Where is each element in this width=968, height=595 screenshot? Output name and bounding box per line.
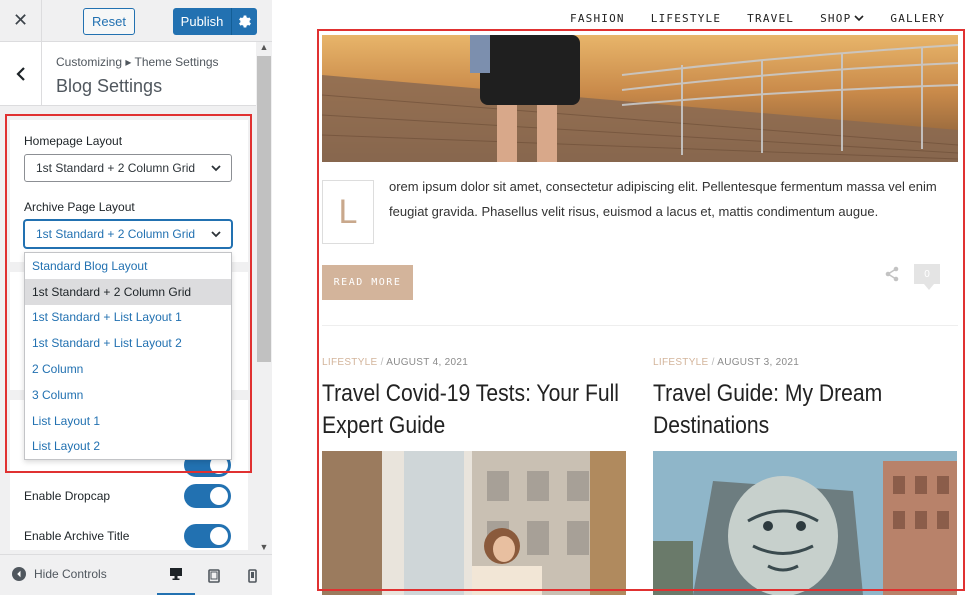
post-date: AUGUST 3, 2021 [717, 357, 800, 368]
close-icon: ✕ [12, 10, 29, 30]
toggle-label: Enable Dropcap [24, 489, 111, 503]
enable-dropcap-toggle[interactable] [184, 484, 231, 508]
dropdown-option[interactable]: 2 Column [25, 356, 231, 382]
section-title: Blog Settings [56, 76, 163, 96]
nav-item-gallery[interactable]: GALLERY [890, 12, 945, 25]
post-category[interactable]: LIFESTYLE [653, 357, 709, 368]
customizer-topbar: ✕ Reset Publish [0, 0, 272, 42]
preview-mobile-button[interactable] [233, 555, 271, 595]
dropcap-letter: L [322, 180, 374, 244]
post-thumbnail[interactable] [322, 451, 626, 595]
collapse-arrow-icon [12, 567, 26, 581]
nav-item-fashion[interactable]: FASHION [570, 12, 625, 25]
close-customizer-button[interactable]: ✕ [0, 0, 42, 41]
toggle-row-archive-title: Enable Archive Title [24, 523, 234, 551]
scroll-up-arrow-icon[interactable]: ▲ [256, 42, 272, 54]
main-navigation: FASHION LIFESTYLE TRAVEL SHOP GALLERY [570, 12, 945, 25]
nav-item-shop-label: SHOP [820, 12, 852, 25]
mobile-icon [247, 568, 257, 583]
nav-item-lifestyle[interactable]: LIFESTYLE [651, 12, 721, 25]
divider [322, 325, 958, 326]
nav-item-travel[interactable]: TRAVEL [747, 12, 794, 25]
chevron-down-icon [211, 231, 221, 238]
archive-layout-value: 1st Standard + 2 Column Grid [36, 227, 196, 241]
chevron-down-icon [854, 15, 864, 22]
section-header: Customizing ▸ Theme Settings Blog Settin… [0, 42, 256, 106]
dropdown-option[interactable]: 3 Column [25, 382, 231, 408]
scroll-down-arrow-icon[interactable]: ▼ [256, 542, 272, 554]
customizer-screen: ✕ Reset Publish Customizing ▸ Theme Sett… [0, 0, 968, 595]
post-excerpt: orem ipsum dolor sit amet, consectetur a… [389, 179, 937, 219]
customizer-sidebar: ✕ Reset Publish Customizing ▸ Theme Sett… [0, 0, 272, 595]
publish-settings-gear-icon[interactable] [231, 8, 257, 35]
featured-post-image[interactable] [322, 35, 958, 162]
homepage-layout-value: 1st Standard + 2 Column Grid [36, 161, 196, 175]
post-card: LIFESTYLE / AUGUST 4, 2021 Travel Covid-… [322, 357, 627, 442]
share-icon[interactable] [884, 266, 900, 287]
chevron-down-icon [211, 165, 221, 172]
enable-archive-title-toggle[interactable] [184, 524, 231, 548]
comment-count-badge[interactable]: 0 [914, 264, 940, 290]
toggle-label: Enable Archive Title [24, 529, 130, 543]
nav-item-shop[interactable]: SHOP [820, 12, 864, 25]
meta-separator: / [380, 357, 384, 368]
hide-controls-label: Hide Controls [34, 567, 107, 581]
back-button[interactable] [0, 42, 42, 106]
hide-controls-button[interactable]: Hide Controls [12, 567, 107, 581]
scroll-thumb[interactable] [257, 56, 271, 362]
homepage-layout-label: Homepage Layout [24, 134, 123, 148]
archive-layout-dropdown[interactable]: Standard Blog Layout 1st Standard + 2 Co… [24, 252, 232, 460]
toggle-row-dropcap: Enable Dropcap [24, 483, 234, 511]
dropdown-option[interactable]: List Layout 2 [25, 434, 231, 460]
publish-button[interactable]: Publish [173, 8, 257, 35]
post-title[interactable]: Travel Guide: My Dream Destinations [653, 378, 952, 442]
tablet-icon [208, 568, 220, 583]
publish-label: Publish [180, 14, 224, 29]
meta-separator: / [711, 357, 715, 368]
dropdown-option[interactable]: 1st Standard + List Layout 1 [25, 305, 231, 331]
post-card: LIFESTYLE / AUGUST 3, 2021 Travel Guide:… [653, 357, 958, 442]
dropdown-option[interactable]: 1st Standard + 2 Column Grid [25, 278, 231, 305]
dropdown-option[interactable]: Standard Blog Layout [25, 253, 231, 279]
site-preview: FASHION LIFESTYLE TRAVEL SHOP GALLERY L … [272, 0, 968, 595]
breadcrumb: Customizing ▸ Theme Settings [56, 55, 219, 69]
homepage-layout-select[interactable]: 1st Standard + 2 Column Grid [24, 154, 232, 182]
post-date: AUGUST 4, 2021 [386, 357, 469, 368]
sidebar-scrollbar[interactable]: ▲ ▼ [256, 42, 272, 554]
reset-button[interactable]: Reset [83, 8, 135, 35]
chevron-left-icon [15, 67, 25, 81]
preview-desktop-button[interactable] [157, 555, 195, 595]
post-category[interactable]: LIFESTYLE [322, 357, 378, 368]
toggle-knob [210, 487, 228, 505]
post-meta: LIFESTYLE / AUGUST 3, 2021 [653, 357, 958, 368]
read-more-button[interactable]: READ MORE [322, 265, 413, 300]
dropdown-option[interactable]: List Layout 1 [25, 408, 231, 434]
dropdown-option[interactable]: 1st Standard + List Layout 2 [25, 330, 231, 356]
customizer-footer: Hide Controls [0, 554, 272, 595]
post-thumbnail[interactable] [653, 451, 957, 595]
archive-layout-select[interactable]: 1st Standard + 2 Column Grid [24, 220, 232, 248]
preview-tablet-button[interactable] [195, 555, 233, 595]
archive-layout-label: Archive Page Layout [24, 200, 135, 214]
post-meta: LIFESTYLE / AUGUST 4, 2021 [322, 357, 627, 368]
toggle-knob [210, 527, 228, 545]
desktop-icon [170, 568, 182, 580]
post-title[interactable]: Travel Covid-19 Tests: Your Full Expert … [322, 378, 621, 442]
